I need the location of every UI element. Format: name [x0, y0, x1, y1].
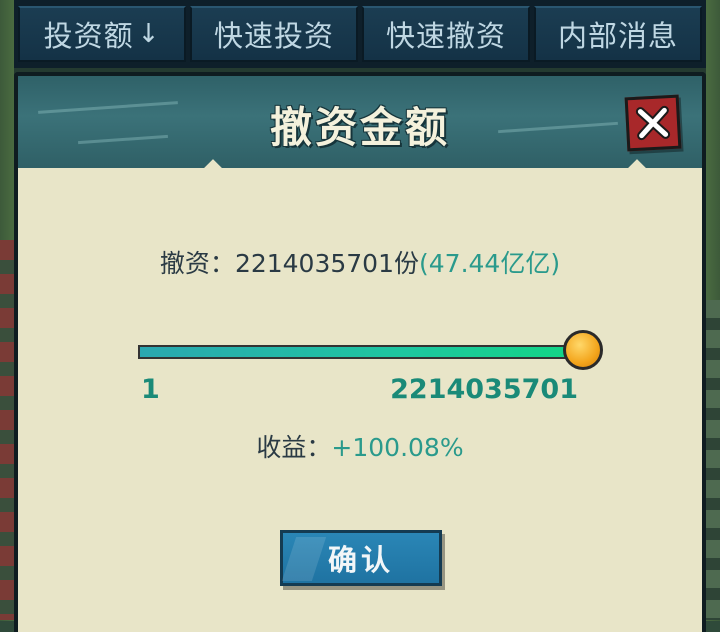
confirm-button[interactable]: 确认: [280, 530, 442, 586]
close-x-icon: [635, 105, 671, 141]
gain-value: +100.08%: [331, 433, 464, 462]
sort-down-arrow-icon: ↓: [137, 19, 161, 49]
tab-inside-news[interactable]: 内部消息: [534, 6, 702, 62]
background-building-right: [706, 300, 720, 620]
slider-min-label: 1: [141, 374, 160, 405]
tab-quick-invest[interactable]: 快速投资: [190, 6, 358, 62]
confirm-label: 确认: [327, 543, 394, 577]
tab-label: 快速投资: [213, 19, 334, 53]
background-building-left: [0, 240, 14, 620]
withdraw-label: 撤资：: [159, 249, 235, 278]
gain-label: 收益：: [256, 433, 332, 462]
tab-investment-amount[interactable]: 投资额 ↓: [18, 6, 186, 62]
tab-label: 快速撤资: [385, 19, 506, 53]
withdraw-amount: (47.44亿亿): [419, 249, 561, 278]
dialog-title: 撤资金额: [269, 103, 450, 152]
withdraw-shares: 2214035701份: [234, 249, 419, 278]
slider-max-label: 2214035701: [390, 374, 578, 405]
top-tab-bar: 投资额 ↓ 快速投资 快速撤资 内部消息: [14, 0, 706, 68]
gain-summary: 收益：+100.08%: [18, 428, 702, 464]
tab-label: 投资额: [43, 19, 134, 53]
withdraw-summary: 撤资：2214035701份(47.44亿亿): [18, 244, 702, 280]
withdraw-dialog: 撤资金额 撤资：2214035701份(47.44亿亿) 1 221403570…: [14, 72, 706, 632]
slider-fill: [138, 345, 583, 359]
tab-quick-withdraw[interactable]: 快速撤资: [362, 6, 530, 62]
tab-label: 内部消息: [557, 19, 678, 53]
slider-thumb[interactable]: [563, 330, 603, 370]
header-bottom-edge: [18, 168, 702, 182]
close-button[interactable]: [624, 94, 682, 152]
withdraw-amount-slider[interactable]: [138, 330, 603, 370]
